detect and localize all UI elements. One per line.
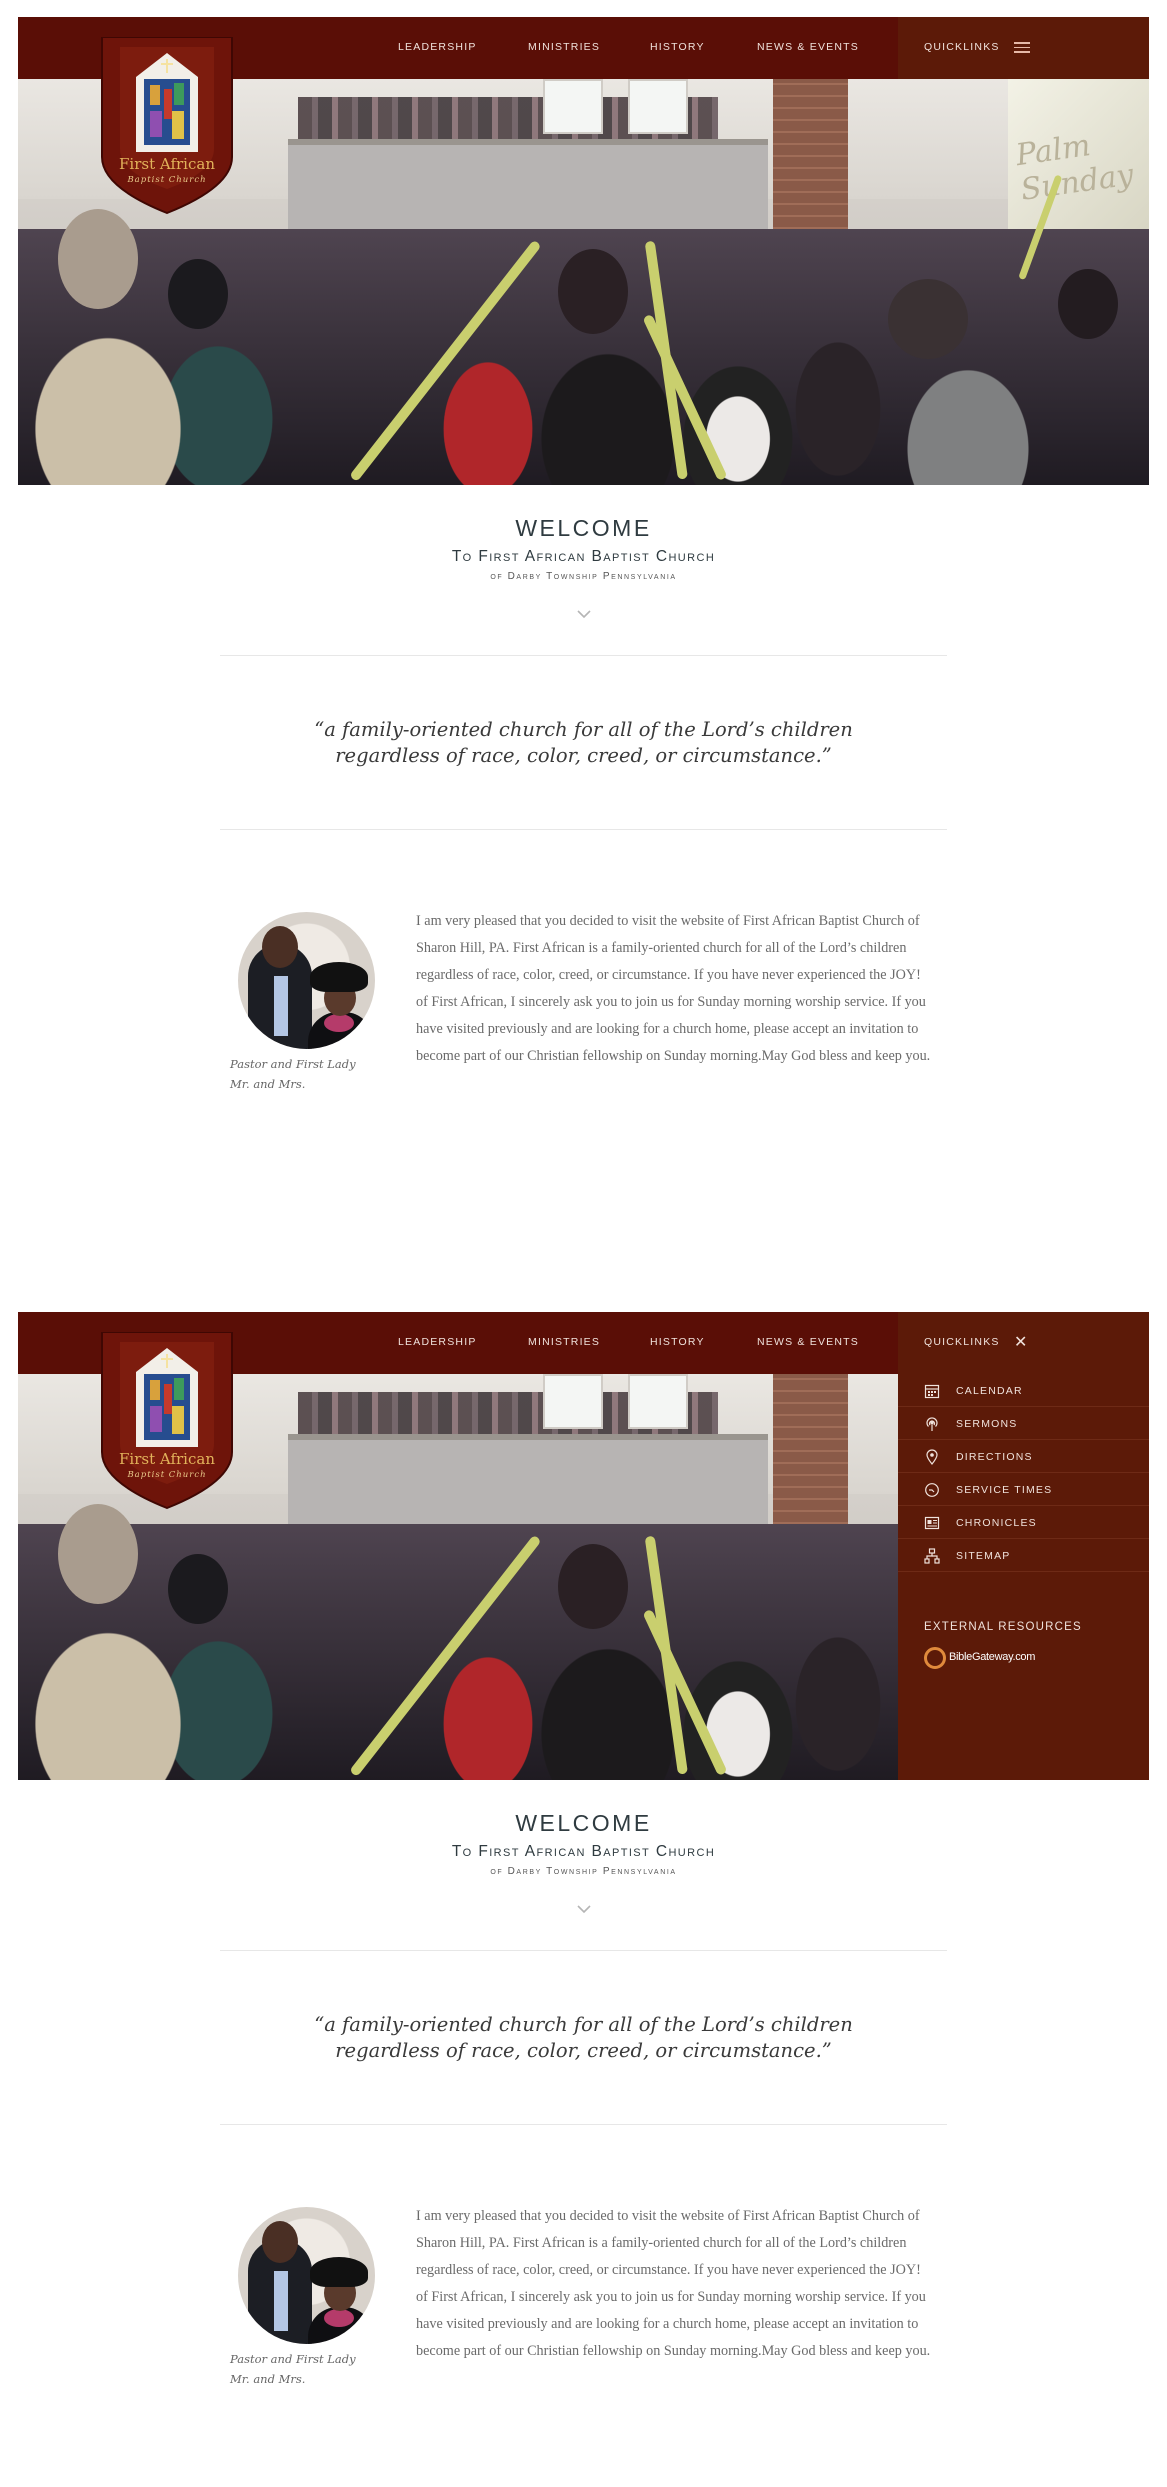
map-pin-icon	[926, 1449, 938, 1465]
nav-ministries[interactable]: MINISTRIES	[528, 1336, 600, 1348]
quicklinks-label: QUICKLINKS	[924, 41, 1000, 53]
quicklink-sitemap[interactable]: SITEMAP	[898, 1539, 1149, 1572]
calendar-icon	[924, 1384, 940, 1399]
section-divider	[220, 2124, 947, 2125]
pastor-message: I am very pleased that you decided to vi…	[416, 2208, 931, 2359]
logo-title: First African	[119, 155, 215, 173]
chevron-down-icon[interactable]	[577, 607, 591, 621]
caption-line-2: Mr. and Mrs.	[230, 1077, 306, 1091]
welcome-location: of Darby Township Pennsylvania	[490, 1866, 677, 1877]
quicklinks-drawer: CALENDAR SERMONS DIRECTIONS SERVICE TIME…	[898, 1374, 1149, 1780]
biblegateway-label: BibleGateway.com	[949, 1651, 1036, 1663]
quicklink-sermons[interactable]: SERMONS	[898, 1407, 1149, 1440]
sitemap-icon	[924, 1548, 940, 1564]
close-icon[interactable]: ✕	[1014, 1332, 1027, 1351]
quicklink-label: DIRECTIONS	[956, 1451, 1033, 1463]
caption-line-1: Pastor and First Lady	[230, 2352, 356, 2366]
welcome-title: Welcome	[515, 515, 652, 541]
quicklink-service-times[interactable]: SERVICE TIMES	[898, 1473, 1149, 1506]
welcome-title: Welcome	[515, 1810, 652, 1836]
external-resources-title: EXTERNAL RESOURCES	[924, 1621, 1082, 1633]
quicklink-chronicles[interactable]: CHRONICLES	[898, 1506, 1149, 1539]
pastor-caption: Pastor and First Lady Mr. and Mrs.	[230, 2349, 356, 2389]
quicklink-directions[interactable]: DIRECTIONS	[898, 1440, 1149, 1473]
pastor-message: I am very pleased that you decided to vi…	[416, 913, 931, 1064]
biblegateway-logo-icon	[924, 1647, 946, 1669]
section-divider	[220, 829, 947, 830]
quicklink-label: SITEMAP	[956, 1550, 1011, 1562]
clock-icon	[925, 1483, 939, 1497]
welcome-subtitle: To First African Baptist Church	[451, 1843, 716, 1860]
church-logo[interactable]: First African Baptist Church	[98, 36, 236, 215]
quicklinks-toggle[interactable]: QUICKLINKS ✕	[898, 1312, 1149, 1374]
church-motto: “a family-oriented church for all of the…	[0, 2012, 1167, 2064]
caption-line-2: Mr. and Mrs.	[230, 2372, 306, 2386]
welcome-subtitle: To First African Baptist Church	[451, 548, 716, 565]
pastor-photo	[238, 2207, 375, 2344]
menu-icon[interactable]	[1014, 42, 1030, 53]
nav-leadership[interactable]: LEADERSHIP	[398, 1336, 477, 1348]
quicklink-label: CALENDAR	[956, 1385, 1023, 1397]
quicklinks-label: QUICKLINKS	[924, 1336, 1000, 1348]
quicklink-calendar[interactable]: CALENDAR	[898, 1374, 1149, 1407]
nav-ministries[interactable]: MINISTRIES	[528, 41, 600, 53]
header-frame: LEADERSHIP MINISTRIES HISTORY NEWS & EVE…	[18, 1312, 1149, 1780]
nav-leadership[interactable]: LEADERSHIP	[398, 41, 477, 53]
nav-history[interactable]: HISTORY	[650, 41, 705, 53]
quicklink-label: CHRONICLES	[956, 1517, 1037, 1529]
nav-history[interactable]: HISTORY	[650, 1336, 705, 1348]
motto-line-1: “a family-oriented church for all of the…	[314, 718, 853, 741]
welcome-location: of Darby Township Pennsylvania	[490, 571, 677, 582]
logo-title: First African	[119, 1450, 215, 1468]
welcome-heading: Welcome To First African Baptist Church …	[0, 1810, 1167, 1914]
nav-news-events[interactable]: NEWS & EVENTS	[757, 1336, 859, 1348]
logo-subtitle: Baptist Church	[127, 1470, 207, 1480]
section-divider	[220, 1950, 947, 1951]
header-frame: Palm Sunday LEADERSHIP MINISTRIES HISTOR…	[18, 17, 1149, 485]
newspaper-icon	[924, 1516, 940, 1530]
motto-line-1: “a family-oriented church for all of the…	[314, 2013, 853, 2036]
motto-line-2: regardless of race, color, creed, or cir…	[335, 2039, 832, 2062]
quicklink-label: SERMONS	[956, 1418, 1018, 1430]
nav-news-events[interactable]: NEWS & EVENTS	[757, 41, 859, 53]
welcome-heading: Welcome To First African Baptist Church …	[0, 515, 1167, 619]
church-motto: “a family-oriented church for all of the…	[0, 717, 1167, 769]
chevron-down-icon[interactable]	[577, 1902, 591, 1916]
quicklink-label: SERVICE TIMES	[956, 1484, 1053, 1496]
section-divider	[220, 655, 947, 656]
broadcast-icon	[926, 1417, 938, 1431]
caption-line-1: Pastor and First Lady	[230, 1057, 356, 1071]
pastor-photo	[238, 912, 375, 1049]
motto-line-2: regardless of race, color, creed, or cir…	[335, 744, 832, 767]
quicklinks-toggle[interactable]: QUICKLINKS	[898, 17, 1149, 79]
church-logo[interactable]: First African Baptist Church	[98, 1331, 236, 1510]
logo-subtitle: Baptist Church	[127, 175, 207, 185]
pastor-caption: Pastor and First Lady Mr. and Mrs.	[230, 1054, 356, 1094]
